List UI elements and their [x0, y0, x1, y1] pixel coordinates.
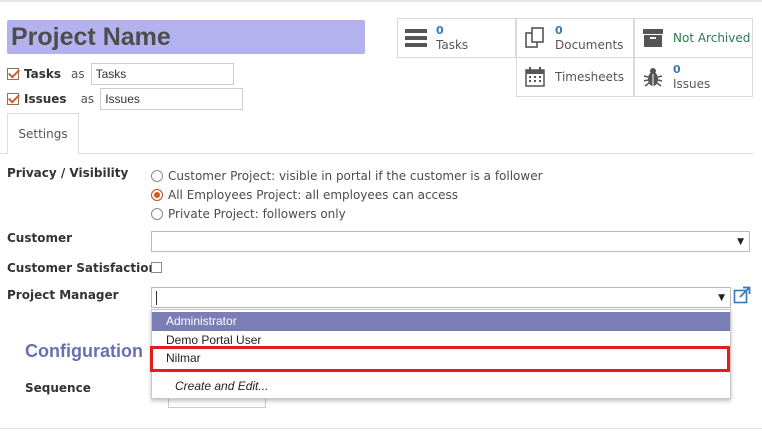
issues-checkbox[interactable] — [7, 93, 19, 105]
archive-box-icon — [641, 26, 665, 50]
issues-label-row: Issues as Issues — [7, 88, 244, 110]
timesheets-stat-button[interactable]: Timesheets — [516, 57, 634, 97]
project-manager-input[interactable]: ▼ — [151, 287, 731, 308]
tasks-checkbox-label: Tasks — [24, 67, 62, 81]
privacy-option-employees[interactable]: All Employees Project: all employees can… — [151, 188, 458, 202]
privacy-label: Privacy / Visibility — [7, 166, 129, 180]
tasks-list-icon — [404, 26, 428, 50]
tasks-label-input[interactable]: Tasks — [90, 63, 234, 85]
as-text: as — [71, 67, 85, 81]
issues-count: 0 — [673, 63, 681, 76]
tab-divider — [0, 153, 7, 154]
sequence-label: Sequence — [25, 381, 91, 395]
not-archived-label: Not Archived — [673, 31, 751, 45]
bug-icon — [641, 65, 665, 89]
radio-button[interactable] — [151, 170, 163, 182]
highlight-annotation — [150, 346, 730, 372]
tab-settings[interactable]: Settings — [7, 113, 79, 154]
customer-label: Customer — [7, 231, 73, 245]
documents-count: 0 — [555, 24, 563, 37]
customer-select[interactable]: ▼ — [151, 231, 750, 252]
as-text: as — [80, 92, 95, 106]
tasks-label-row: Tasks as Tasks — [7, 63, 234, 85]
privacy-option-label: All Employees Project: all employees can… — [168, 188, 459, 202]
issues-label-input[interactable]: Issues — [100, 88, 244, 110]
timesheets-stat-label: Timesheets — [555, 70, 624, 84]
documents-stat-label: Documents — [555, 38, 624, 52]
dropdown-option-administrator[interactable]: Administrator — [152, 312, 730, 331]
calendar-icon — [523, 65, 547, 89]
external-link-icon[interactable] — [733, 286, 751, 304]
tab-settings-label: Settings — [18, 127, 68, 141]
configuration-heading: Configuration — [25, 341, 143, 361]
customer-satisfaction-checkbox[interactable] — [151, 262, 162, 273]
privacy-option-private[interactable]: Private Project: followers only — [151, 207, 346, 221]
radio-button-selected[interactable] — [151, 189, 163, 201]
bottom-divider — [0, 428, 762, 429]
text-cursor — [156, 291, 157, 305]
project-manager-label: Project Manager — [7, 288, 119, 302]
customer-satisfaction-label: Customer Satisfaction — [7, 261, 158, 275]
archive-toggle-button[interactable]: Not Archived — [634, 18, 753, 58]
tab-divider — [79, 153, 753, 154]
chevron-down-icon: ▼ — [737, 237, 744, 247]
issues-checkbox-label: Issues — [24, 92, 67, 106]
privacy-option-customer[interactable]: Customer Project: visible in portal if t… — [151, 169, 543, 183]
issues-stat-button[interactable]: 0 Issues — [634, 57, 753, 97]
documents-icon — [523, 26, 547, 50]
chevron-down-icon: ▼ — [718, 293, 725, 303]
privacy-option-label: Customer Project: visible in portal if t… — [168, 169, 543, 183]
documents-stat-button[interactable]: 0 Documents — [516, 18, 634, 58]
create-and-edit-option[interactable]: Create and Edit... — [152, 377, 730, 396]
tasks-stat-label: Tasks — [436, 38, 469, 52]
issues-stat-label: Issues — [673, 77, 711, 91]
privacy-option-label: Private Project: followers only — [168, 207, 346, 221]
project-name-input[interactable]: Project Name — [7, 20, 365, 54]
tasks-count: 0 — [436, 24, 444, 37]
tasks-stat-button[interactable]: 0 Tasks — [397, 18, 516, 58]
radio-button[interactable] — [151, 208, 163, 220]
top-border — [0, 0, 762, 2]
tasks-checkbox[interactable] — [7, 68, 19, 80]
